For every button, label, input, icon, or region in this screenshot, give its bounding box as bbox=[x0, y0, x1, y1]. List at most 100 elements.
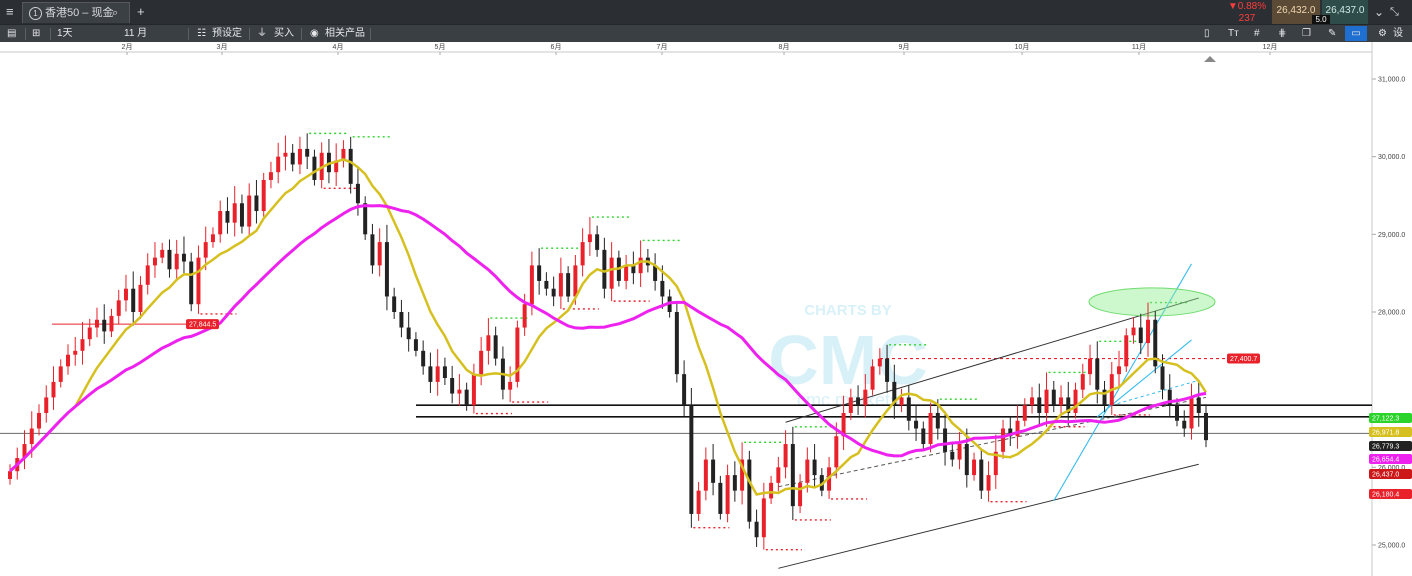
candle-body bbox=[943, 428, 948, 452]
candle-body bbox=[1001, 428, 1006, 452]
change-down-icon: ▼ bbox=[1227, 1, 1238, 12]
candle-body bbox=[754, 521, 759, 538]
copy-icon[interactable]: ❐ bbox=[1302, 25, 1311, 43]
candle-body bbox=[8, 471, 12, 479]
price-label: 26,180.4 bbox=[1372, 492, 1399, 499]
candle-body bbox=[812, 459, 817, 476]
candle-body bbox=[551, 288, 556, 297]
instrument-tab[interactable]: 1 香港50 – 现金 ⌕ bbox=[22, 2, 130, 23]
drawing-tools-icon[interactable]: ⋕ bbox=[1278, 25, 1286, 43]
candle-body bbox=[305, 148, 310, 157]
candle-body bbox=[131, 288, 136, 312]
pen-icon[interactable]: ✎ bbox=[1328, 25, 1336, 43]
candle-body bbox=[921, 428, 926, 445]
range-select[interactable]: 11 月 bbox=[124, 25, 147, 43]
candle-body bbox=[196, 257, 201, 305]
menu-icon[interactable]: ≡ bbox=[6, 0, 14, 24]
candle-body bbox=[254, 195, 259, 212]
candle-body bbox=[906, 397, 911, 421]
candle-body bbox=[972, 459, 977, 476]
tab-title: 香港50 – 现金 bbox=[45, 7, 114, 19]
candle-body bbox=[914, 420, 919, 429]
candle-body bbox=[537, 265, 542, 281]
candle-body bbox=[297, 148, 302, 165]
collapse-icon[interactable]: ⤡ bbox=[1390, 0, 1399, 24]
highlight-ellipse[interactable] bbox=[1088, 287, 1216, 317]
candle-body bbox=[479, 350, 484, 375]
candle-body bbox=[624, 265, 629, 281]
candle-body bbox=[399, 312, 404, 328]
candle-body bbox=[406, 327, 411, 340]
date-tick-label: 3月 bbox=[217, 43, 228, 51]
candle-body bbox=[203, 242, 208, 258]
text-size-icon[interactable]: Tт bbox=[1228, 25, 1239, 43]
candle-body bbox=[1182, 420, 1187, 429]
candle-body bbox=[457, 389, 462, 394]
scroll-down-icon[interactable]: ⌄ bbox=[1374, 0, 1384, 24]
presets-icon: ☷ bbox=[197, 28, 206, 39]
price-label: 26,437.0 bbox=[1372, 472, 1399, 479]
candle-body bbox=[522, 304, 527, 328]
price-chart[interactable]: 2月 3月 4月 5月 6月 7月 8月 9月 10月 11月 12月 31,000.0 30,000… bbox=[0, 42, 1412, 576]
search-icon[interactable]: ⌕ bbox=[112, 1, 118, 25]
interval-select[interactable]: 1天 bbox=[57, 25, 73, 43]
candle-body bbox=[102, 319, 107, 332]
candle-body bbox=[674, 312, 679, 375]
candle-body bbox=[87, 327, 92, 340]
gear-icon[interactable]: ⚙ bbox=[1378, 25, 1387, 43]
label-tool-icon[interactable]: ▭ bbox=[1345, 26, 1367, 41]
candle-body bbox=[899, 397, 904, 406]
title-bar: ≡ 1 香港50 – 现金 ⌕ + ▼0.88% 237 26,432.0 26,… bbox=[0, 0, 1412, 24]
price-label: 26,971.8 bbox=[1372, 430, 1399, 437]
candle-body bbox=[725, 475, 730, 514]
related-products-button[interactable]: 相关产品 bbox=[325, 25, 365, 43]
candle-body bbox=[80, 339, 85, 351]
candle-body bbox=[935, 412, 940, 429]
buy-button[interactable]: 买入 bbox=[274, 25, 294, 43]
candle-body bbox=[595, 234, 600, 250]
candle-body bbox=[1146, 319, 1151, 344]
layout-icon[interactable]: ⊞ bbox=[32, 25, 40, 43]
chart-toolbar: ▤ ⊞ 1天 11 月 ☷ 预设定 ⏚ 买入 ◉ 相关产品 ▯ Tт # ⋕ ❐… bbox=[0, 24, 1412, 57]
candle-body bbox=[566, 273, 571, 297]
candle-body bbox=[703, 459, 708, 491]
candle-body bbox=[761, 498, 766, 538]
candle-body bbox=[355, 183, 360, 204]
candle-body bbox=[711, 459, 716, 483]
candle-body bbox=[37, 412, 41, 429]
add-tab-button[interactable]: + bbox=[137, 0, 145, 24]
candle-body bbox=[145, 265, 150, 285]
price-label: 26,654.4 bbox=[1372, 457, 1399, 464]
notes-icon[interactable]: ▯ bbox=[1204, 25, 1210, 43]
price-label: 27,844.5 bbox=[189, 322, 216, 329]
candle-body bbox=[160, 249, 165, 258]
buy-icon: ⏚ bbox=[257, 28, 267, 39]
grid-icon[interactable]: # bbox=[1254, 25, 1260, 43]
price-label: 26,779.3 bbox=[1372, 444, 1399, 451]
presets-button[interactable]: 预设定 bbox=[212, 25, 242, 43]
candle-body bbox=[239, 203, 244, 227]
list-icon[interactable]: ▤ bbox=[7, 25, 16, 43]
price-tick-label: 29,000.0 bbox=[1378, 232, 1405, 239]
settings-button[interactable]: 设置 bbox=[1393, 25, 1412, 57]
candle-body bbox=[529, 265, 534, 305]
candle-body bbox=[189, 261, 194, 305]
candle-body bbox=[848, 397, 853, 413]
candle-body bbox=[392, 296, 397, 312]
candle-body bbox=[1204, 412, 1208, 441]
candle-body bbox=[44, 397, 49, 413]
candle-body bbox=[225, 211, 230, 223]
date-tick-label: 5月 bbox=[435, 43, 446, 51]
candle-body bbox=[1160, 366, 1165, 390]
candle-body bbox=[558, 273, 563, 297]
candle-body bbox=[210, 234, 215, 243]
candle-body bbox=[370, 234, 375, 266]
candle-body bbox=[1073, 389, 1078, 413]
candle-body bbox=[776, 467, 781, 483]
candle-body bbox=[783, 444, 788, 468]
candle-body bbox=[384, 242, 389, 297]
candle-body bbox=[1030, 397, 1035, 406]
candle-body bbox=[964, 444, 969, 476]
candle-body bbox=[1175, 405, 1179, 421]
candle-body bbox=[885, 358, 890, 382]
